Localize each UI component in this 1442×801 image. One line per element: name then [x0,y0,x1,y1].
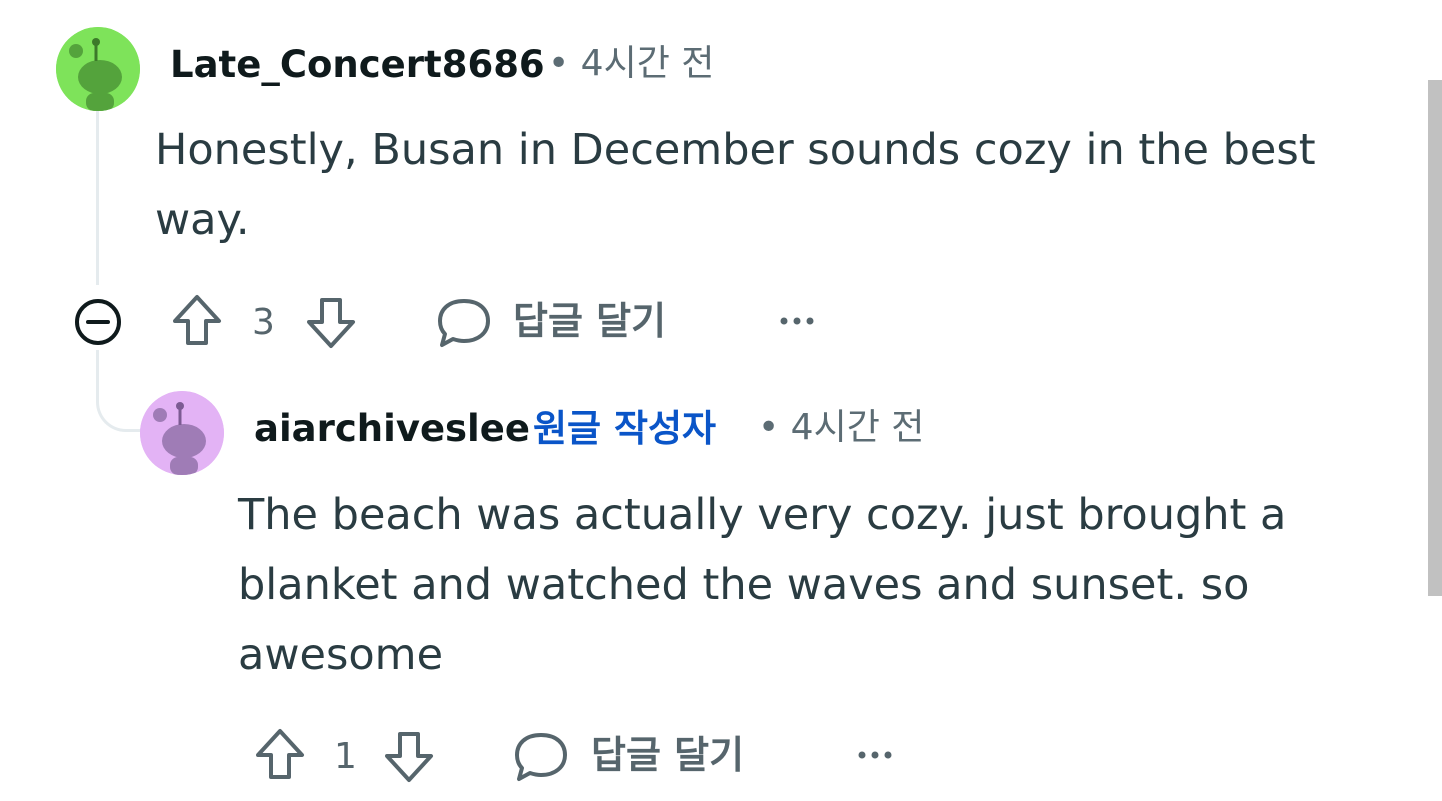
vote-count: 1 [334,736,357,777]
comment-username[interactable]: aiarchiveslee [254,410,530,447]
thread-line[interactable] [96,110,99,285]
minus-circle-icon[interactable] [73,297,123,347]
op-badge: 원글 작성자 [533,407,717,450]
reply-label: 답글 달기 [591,733,745,777]
ellipsis-icon[interactable] [856,749,896,761]
vote-count: 3 [252,302,275,343]
scrollbar-thumb[interactable] [1428,80,1442,596]
arrow-up-icon[interactable] [171,293,223,347]
arrow-down-icon[interactable] [383,730,435,784]
reply-label: 답글 달기 [513,299,667,343]
snoo-avatar-icon [56,27,140,111]
comment-timestamp: • 4시간 전 [758,407,925,448]
comment-timestamp: • 4시간 전 [548,43,715,84]
avatar[interactable] [56,27,140,111]
comment-body: The beach was actually very cozy. just b… [238,490,1287,680]
snoo-avatar-icon [140,391,224,475]
thread-connector [96,350,146,432]
ellipsis-icon[interactable] [778,315,818,327]
comment-body: Honestly, Busan in December sounds cozy … [155,125,1316,245]
speech-bubble-icon [515,733,567,781]
avatar[interactable] [140,391,224,475]
arrow-down-icon[interactable] [305,296,357,350]
comment-username[interactable]: Late_Concert8686 [170,46,545,83]
arrow-up-icon[interactable] [254,727,306,781]
speech-bubble-icon [438,299,490,347]
